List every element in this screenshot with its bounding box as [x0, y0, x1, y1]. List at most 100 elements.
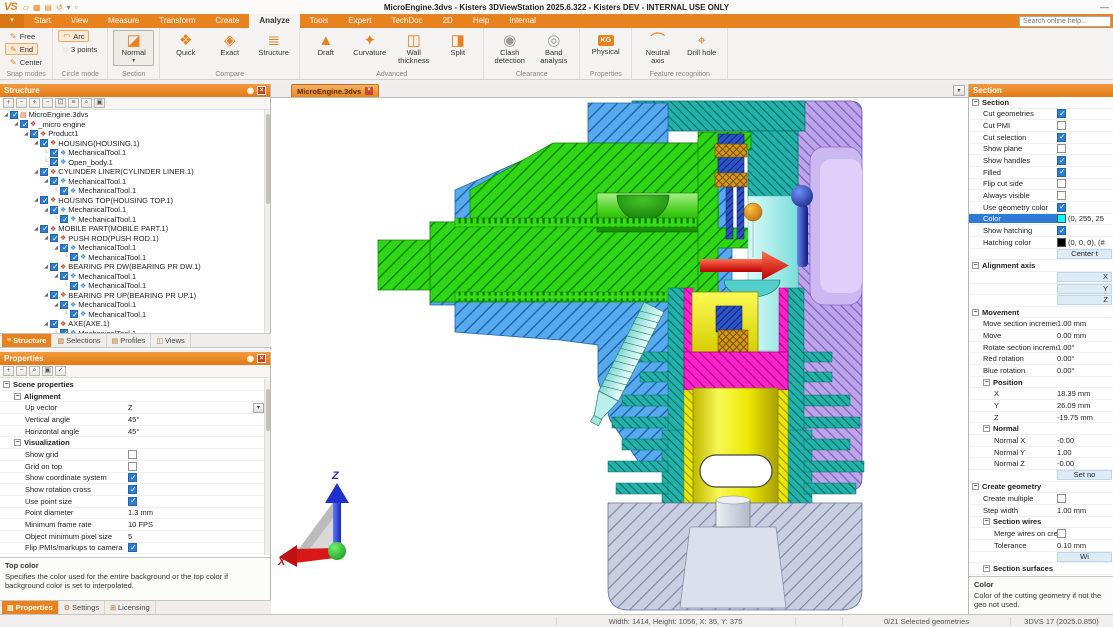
- property-value[interactable]: 45°: [128, 427, 264, 436]
- ribbon-button-band-analysis[interactable]: ◎Band analysis: [533, 30, 574, 68]
- checkbox[interactable]: [1057, 144, 1066, 153]
- property-value[interactable]: 1.00 mm: [1057, 506, 1113, 515]
- property-button[interactable]: Center t: [1057, 249, 1112, 259]
- property-value[interactable]: 45°: [128, 415, 264, 424]
- ribbon-button-draft[interactable]: ▲Draft: [305, 30, 346, 59]
- save-icon[interactable]: ▦: [33, 3, 41, 12]
- tree-item-mechanicaltool-1[interactable]: ◢❖MechanicalTool.1: [0, 300, 264, 310]
- menu-tab-expert[interactable]: Expert: [338, 14, 381, 28]
- collapse-expander-icon[interactable]: −: [983, 425, 990, 432]
- property-row-hatching-color[interactable]: Hatching color(0, 0, 0), (#: [969, 237, 1113, 249]
- ribbon-button-clash-detection[interactable]: ◉Clash detection: [489, 30, 530, 68]
- expander-icon[interactable]: ◢: [52, 273, 60, 279]
- menu-tab-analyze[interactable]: Analyze: [249, 14, 299, 28]
- visibility-checkbox[interactable]: [30, 130, 38, 138]
- property-button[interactable]: Z: [1057, 295, 1112, 305]
- menu-tab-start[interactable]: Start: [24, 14, 61, 28]
- search-input[interactable]: [1019, 16, 1111, 27]
- menu-tab-internal[interactable]: Internal: [499, 14, 546, 28]
- tree-item-cylinder-liner-cylinder-liner-1[interactable]: ◢❖CYLINDER LINER(CYLINDER LINER.1): [0, 167, 264, 177]
- property-row-minimum-frame-rate[interactable]: Minimum frame rate10 FPS: [0, 519, 264, 531]
- property-value[interactable]: 18.39 mm: [1057, 389, 1113, 398]
- property-group-section[interactable]: −Section: [969, 97, 1113, 109]
- property-row-grid-on-top[interactable]: Grid on top: [0, 461, 264, 473]
- property-group-visualization[interactable]: −Visualization: [0, 437, 264, 449]
- collapse-expander-icon[interactable]: −: [972, 309, 979, 316]
- ribbon-button-end[interactable]: ✎End: [5, 43, 38, 55]
- property-row-normal-y[interactable]: Normal Y1.00: [969, 447, 1113, 459]
- filter-icon[interactable]: ▣: [42, 366, 53, 376]
- checkbox[interactable]: [1057, 121, 1066, 130]
- menu-tab-techdoc[interactable]: TechDoc: [381, 14, 432, 28]
- property-value[interactable]: [1057, 144, 1113, 153]
- panel-tab-properties[interactable]: ▤Properties: [2, 601, 59, 614]
- collapse-expander-icon[interactable]: −: [972, 483, 979, 490]
- property-row-use-geometry-color[interactable]: Use geometry color: [969, 202, 1113, 214]
- document-tab[interactable]: MicroEngine.3dvs ×: [291, 84, 379, 97]
- visibility-checkbox[interactable]: [70, 310, 78, 318]
- property-value[interactable]: [1057, 121, 1113, 130]
- apply-icon[interactable]: ✓: [55, 366, 66, 376]
- property-row-cut-pmi[interactable]: Cut PMI: [969, 120, 1113, 132]
- checkbox[interactable]: [1057, 133, 1066, 142]
- collapse-all-icon[interactable]: −: [16, 98, 27, 108]
- property-value[interactable]: (0, 255, 25: [1057, 214, 1113, 223]
- property-row-horizontal-angle[interactable]: Horizontal angle45°: [0, 426, 264, 438]
- visibility-checkbox[interactable]: [60, 215, 68, 223]
- property-row-rotate-section-increment[interactable]: Rotate section increment1.00°: [969, 342, 1113, 354]
- tree-item-mechanicaltool-1[interactable]: └❖MechanicalTool.1: [0, 281, 264, 291]
- property-group-movement[interactable]: −Movement: [969, 307, 1113, 319]
- visibility-checkbox[interactable]: [50, 291, 58, 299]
- property-row-red-rotation[interactable]: Red rotation0.00°: [969, 353, 1113, 365]
- panel-tab-licensing[interactable]: ⊞Licensing: [105, 601, 156, 614]
- tree-item-mechanicaltool-1[interactable]: └❖MechanicalTool.1: [0, 215, 264, 225]
- property-value[interactable]: -19.75 mm: [1057, 413, 1113, 422]
- property-row-step-width[interactable]: Step width1.00 mm: [969, 505, 1113, 517]
- property-value[interactable]: 26.09 mm: [1057, 401, 1113, 410]
- property-row-show-coordinate-system[interactable]: Show coordinate system: [0, 473, 264, 485]
- tree-item-housing-top-housing-top-1[interactable]: ◢❖HOUSING TOP(HOUSING TOP.1): [0, 196, 264, 206]
- expander-icon[interactable]: ◢: [42, 178, 50, 184]
- expand-all-icon[interactable]: +: [3, 366, 14, 376]
- expander-icon[interactable]: ◢: [32, 140, 40, 146]
- property-row-normal-z[interactable]: Normal Z-0.00: [969, 458, 1113, 470]
- checkbox[interactable]: [1057, 529, 1066, 538]
- visibility-checkbox[interactable]: [60, 272, 68, 280]
- tree-item-housing-housing-1[interactable]: ◢❖HOUSING(HOUSING.1): [0, 139, 264, 149]
- property-row-merge-wires-on-creat[interactable]: Merge wires on creat...: [969, 528, 1113, 540]
- property-row-move[interactable]: Move0.00 mm: [969, 330, 1113, 342]
- search-icon[interactable]: ⌕: [29, 366, 40, 376]
- panel-tab-views[interactable]: ◫Views: [151, 334, 191, 347]
- visibility-checkbox[interactable]: [50, 263, 58, 271]
- export-icon[interactable]: ▣: [94, 98, 105, 108]
- property-row-x[interactable]: X18.39 mm: [969, 388, 1113, 400]
- property-value[interactable]: [128, 462, 264, 471]
- property-group-position[interactable]: −Position: [969, 377, 1113, 389]
- property-button[interactable]: X: [1057, 272, 1112, 282]
- visibility-checkbox[interactable]: [50, 234, 58, 242]
- property-value[interactable]: 1.3 mm: [128, 508, 264, 517]
- expander-icon[interactable]: ◢: [2, 112, 10, 118]
- property-row-show-plane[interactable]: Show plane: [969, 144, 1113, 156]
- property-row-show-handles[interactable]: Show handles: [969, 155, 1113, 167]
- pin-icon[interactable]: ◉: [247, 352, 254, 365]
- property-value[interactable]: [128, 485, 264, 494]
- tree-item-axe-axe-1[interactable]: ◢❖AXE(AXE.1): [0, 319, 264, 329]
- collapse-expander-icon[interactable]: −: [983, 379, 990, 386]
- pin-icon[interactable]: ◉: [247, 84, 254, 97]
- panel-tab-structure[interactable]: ≡Structure: [2, 334, 52, 347]
- tab-list-dropdown-icon[interactable]: ▾: [953, 85, 965, 96]
- tab-close-icon[interactable]: ×: [365, 87, 373, 95]
- property-value[interactable]: 1.00 mm: [1057, 319, 1113, 328]
- menu-tab-view[interactable]: View: [61, 14, 98, 28]
- property-group-section-wires[interactable]: −Section wires: [969, 517, 1113, 529]
- property-button[interactable]: Wi: [1057, 552, 1112, 562]
- close-icon[interactable]: ×: [257, 354, 266, 363]
- tree-item-push-rod-push-rod-1[interactable]: ◢❖PUSH ROD(PUSH ROD.1): [0, 234, 264, 244]
- property-row-tolerance[interactable]: Tolerance0.10 mm: [969, 540, 1113, 552]
- select-mode-icon[interactable]: ⊡: [55, 98, 66, 108]
- property-row-x[interactable]: X: [969, 272, 1113, 284]
- property-row-use-point-size[interactable]: Use point size: [0, 496, 264, 508]
- property-value[interactable]: 0.00°: [1057, 366, 1113, 375]
- list-view-icon[interactable]: ≡: [68, 98, 79, 108]
